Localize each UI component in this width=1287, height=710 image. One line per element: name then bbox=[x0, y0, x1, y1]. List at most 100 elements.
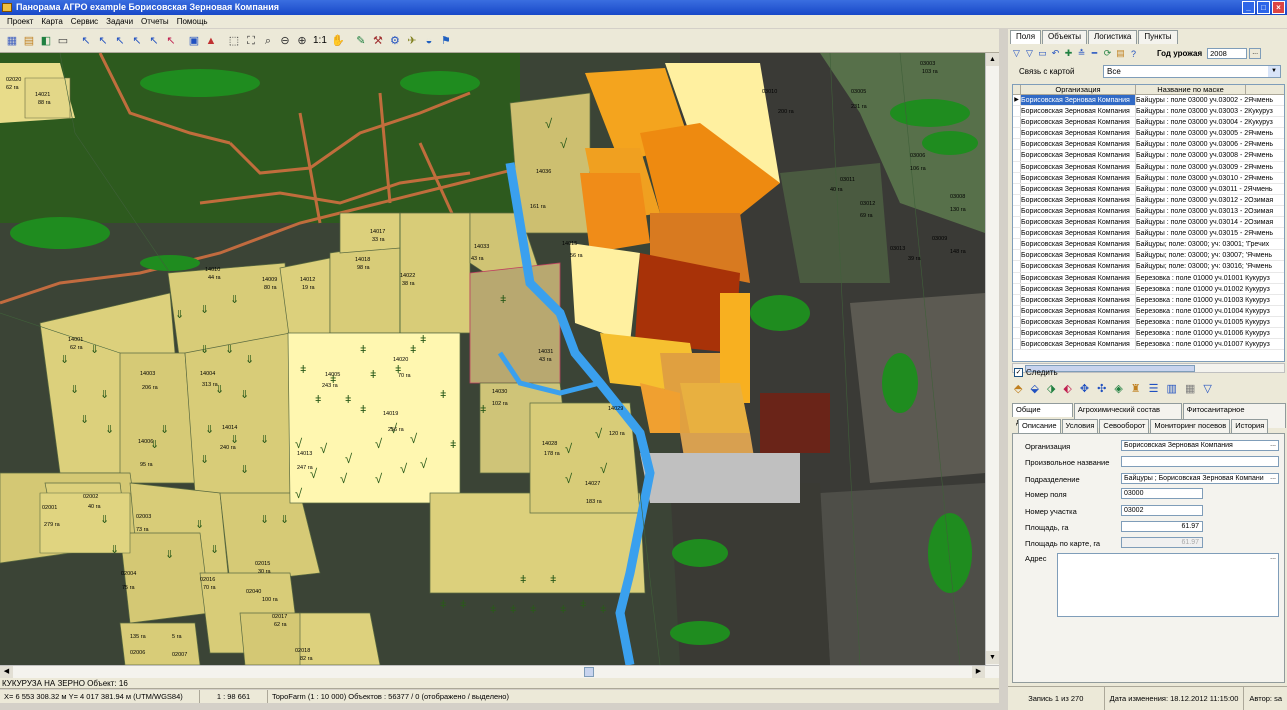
maximize-button[interactable]: □ bbox=[1257, 1, 1270, 14]
table-row[interactable]: Борисовская Зерновая Компания Байцуры : п… bbox=[1013, 205, 1284, 218]
select-arrow-3-icon[interactable]: ↖ bbox=[112, 33, 128, 49]
tab-fields[interactable]: Поля bbox=[1010, 30, 1042, 44]
cell-name[interactable]: Байцуры : поле 03000 уч.03010 - 2Ячмень bbox=[1136, 173, 1284, 183]
cell-name[interactable]: Байцуры : поле 03000 уч.03015 - 2Ячмень bbox=[1136, 228, 1284, 238]
area-input[interactable]: 61.97 bbox=[1121, 521, 1203, 532]
scroll-left-icon[interactable]: ◀ bbox=[0, 666, 13, 678]
address-picker-button[interactable]: ... bbox=[1270, 554, 1276, 562]
cell-name[interactable]: Байцуры : поле 03000 уч.03005 - 2Ячмень bbox=[1136, 128, 1284, 138]
tab-objects[interactable]: Объекты bbox=[1042, 30, 1088, 44]
columns-icon[interactable]: ▥ bbox=[1167, 382, 1177, 395]
menu-tasks[interactable]: Задачи bbox=[102, 15, 137, 28]
follow-checkbox[interactable]: ✓ bbox=[1014, 368, 1023, 377]
action-8-icon[interactable]: ♜ bbox=[1131, 382, 1141, 395]
tab-logistics[interactable]: Логистика bbox=[1088, 30, 1138, 44]
cell-org[interactable]: Борисовская Зерновая Компания bbox=[1021, 172, 1136, 183]
chevron-down-icon[interactable]: ▼ bbox=[1268, 66, 1280, 77]
action-6-icon[interactable]: ✣ bbox=[1097, 382, 1106, 395]
division-field[interactable]: Байцуры ; Борисовская Зерновая Компани .… bbox=[1121, 473, 1279, 484]
custom-name-field[interactable] bbox=[1121, 456, 1279, 467]
message-icon[interactable]: ▭ bbox=[1037, 48, 1048, 59]
map-view[interactable]: ⇓ ⇓ ⇓ ⇓ ⇓ ⇓ ⇓ ⇓ ⇓ ⇓ ⇓ ⇓ ⇓ ⇓ ⇓ ⇓ ⇓ ⇓ ⇓ ⇓ ⇓ ⇓ ⇓ ⇓ ⇓ ⇓ ⇓ ⇓ ǂǂǂǂ … bbox=[0, 53, 985, 665]
cell-org[interactable]: Борисовская Зерновая Компания bbox=[1021, 305, 1136, 316]
table-row[interactable]: Борисовская Зерновая Компания Байцуры : п… bbox=[1013, 117, 1284, 129]
tab-general[interactable]: Общие данные bbox=[1012, 403, 1073, 426]
scroll-thumb[interactable] bbox=[584, 667, 594, 677]
cell-org[interactable]: Борисовская Зерновая Компания bbox=[1021, 316, 1136, 327]
cell-org[interactable]: Борисовская Зерновая Компания bbox=[1021, 161, 1136, 172]
table-row[interactable]: Борисовская Зерновая Компания Березовка :… bbox=[1013, 327, 1284, 340]
cell-org[interactable]: Борисовская Зерновая Компания bbox=[1021, 183, 1136, 194]
menu-map[interactable]: Карта bbox=[37, 15, 66, 28]
cell-name[interactable]: Байцуры : поле 03000 уч.03013 - 2Озимая bbox=[1136, 206, 1284, 216]
table-row[interactable]: Борисовская Зерновая Компания Березовка :… bbox=[1013, 294, 1284, 306]
cell-name[interactable]: Байцуры; поле: 03000; уч: 03007; 'Ячмень bbox=[1136, 250, 1284, 260]
plot-number-input[interactable]: 03002 bbox=[1121, 505, 1203, 516]
cell-name[interactable]: Березовка : поле 01000 уч.01004 Кукуруз bbox=[1136, 306, 1284, 316]
table-icon[interactable]: ▣ bbox=[186, 33, 202, 49]
close-button[interactable]: × bbox=[1272, 1, 1285, 14]
table-row[interactable]: Борисовская Зерновая Компания Байцуры : п… bbox=[1013, 217, 1284, 229]
menu-reports[interactable]: Отчеты bbox=[137, 15, 173, 28]
table-row[interactable]: Борисовская Зерновая Компания Байцуры : п… bbox=[1013, 128, 1284, 140]
map-link-select[interactable]: Все ▼ bbox=[1103, 65, 1281, 78]
table-row[interactable]: Борисовская Зерновая Компания Байцуры; по… bbox=[1013, 261, 1284, 273]
map-horizontal-scrollbar[interactable]: ◀ ▶ bbox=[0, 665, 999, 678]
action-7-icon[interactable]: ◈ bbox=[1114, 382, 1122, 395]
minimize-button[interactable]: _ bbox=[1242, 1, 1255, 14]
zoom-1-1-button[interactable]: 1:1 bbox=[311, 33, 329, 49]
cell-name[interactable]: Байцуры; поле: 03000; уч: 03016; 'Ячмень bbox=[1136, 261, 1284, 271]
table-row[interactable]: Борисовская Зерновая Компания Байцуры : п… bbox=[1013, 150, 1284, 162]
cell-org[interactable]: Борисовская Зерновая Компания bbox=[1021, 117, 1136, 128]
select-arrow-2-icon[interactable]: ↖ bbox=[95, 33, 111, 49]
table-row[interactable]: Борисовская Зерновая Компания Байцуры; по… bbox=[1013, 250, 1284, 262]
scroll-up-icon[interactable]: ▲ bbox=[986, 53, 999, 66]
table-row[interactable]: Борисовская Зерновая Компания Байцуры; по… bbox=[1013, 239, 1284, 251]
division-picker-button[interactable]: ... bbox=[1270, 474, 1276, 482]
select-arrow-4-icon[interactable]: ↖ bbox=[129, 33, 145, 49]
cell-org[interactable]: Борисовская Зерновая Компания bbox=[1021, 239, 1136, 250]
list-icon[interactable]: ☰ bbox=[1149, 382, 1159, 395]
tab-monitoring[interactable]: Мониторинг посевов bbox=[1150, 419, 1231, 433]
pan-hand-icon[interactable]: ✋ bbox=[330, 33, 346, 49]
tab-points[interactable]: Пункты bbox=[1138, 30, 1178, 44]
tab-description[interactable]: Описание bbox=[1018, 419, 1061, 433]
filter-2-icon[interactable]: ▽ bbox=[1203, 382, 1211, 395]
zoom-in-icon[interactable]: ⊕ bbox=[294, 33, 310, 49]
zoom-fit-icon[interactable]: ⛶ bbox=[243, 33, 259, 49]
cell-org[interactable]: Борисовская Зерновая Компания bbox=[1021, 150, 1136, 161]
map-vertical-scrollbar[interactable]: ▲ ▼ bbox=[985, 53, 999, 665]
cell-name[interactable]: Березовка : поле 01000 уч.01003 Кукуруз bbox=[1136, 295, 1284, 305]
cell-name[interactable]: Байцуры : поле 03000 уч.03006 - 2Ячмень bbox=[1136, 139, 1284, 149]
action-1-icon[interactable]: ⬘ bbox=[1014, 382, 1022, 395]
layers-icon[interactable]: ▦ bbox=[4, 33, 20, 49]
column-org[interactable]: Организация bbox=[1021, 85, 1136, 94]
cell-name[interactable]: Байцуры : поле 03000 уч.03012 - 2Озимая bbox=[1136, 195, 1284, 205]
zoom-icon[interactable]: ⌕ bbox=[260, 33, 276, 49]
cell-org[interactable]: Борисовская Зерновая Компания bbox=[1021, 272, 1136, 283]
tab-conditions[interactable]: Условия bbox=[1061, 419, 1099, 433]
undo-icon[interactable]: ↶ bbox=[1050, 48, 1061, 59]
action-2-icon[interactable]: ⬙ bbox=[1030, 382, 1038, 395]
aircraft-icon[interactable]: ✈ bbox=[404, 33, 420, 49]
cell-org[interactable]: Борисовская Зерновая Компания bbox=[1021, 327, 1136, 339]
add-icon[interactable]: ✚ bbox=[1063, 48, 1074, 59]
cell-name[interactable]: Байцуры : поле 03000 уч.03014 - 2Озимая bbox=[1136, 217, 1284, 227]
cell-name[interactable]: Байцуры : поле 03000 уч.03004 - 2Кукуруз bbox=[1136, 117, 1284, 127]
cell-org[interactable]: Борисовская Зерновая Компания bbox=[1021, 106, 1136, 117]
cell-org[interactable]: Борисовская Зерновая Компания bbox=[1021, 205, 1136, 217]
filter-icon[interactable]: ▽ bbox=[1011, 48, 1022, 59]
edit-icon[interactable]: ✎ bbox=[353, 33, 369, 49]
table-row[interactable]: ▶ Борисовская Зерновая Компания Байцуры : … bbox=[1013, 95, 1284, 107]
column-name[interactable]: Название по маске bbox=[1136, 85, 1246, 94]
field-number-input[interactable]: 03000 bbox=[1121, 488, 1203, 499]
address-field[interactable]: ... bbox=[1057, 553, 1279, 617]
cell-name[interactable]: Березовка : поле 01000 уч.01007 Кукуруз bbox=[1136, 339, 1284, 349]
table-row[interactable]: Борисовская Зерновая Компания Байцуры : п… bbox=[1013, 172, 1284, 184]
add-record-icon[interactable]: ≛ bbox=[1076, 48, 1087, 59]
table-row[interactable]: Борисовская Зерновая Компания Березовка :… bbox=[1013, 305, 1284, 317]
tractor-icon[interactable]: ⚙ bbox=[387, 33, 403, 49]
flag-icon[interactable]: ⚑ bbox=[438, 33, 454, 49]
table-row[interactable]: Борисовская Зерновая Компания Березовка :… bbox=[1013, 283, 1284, 295]
zoom-out-icon[interactable]: ⊖ bbox=[277, 33, 293, 49]
